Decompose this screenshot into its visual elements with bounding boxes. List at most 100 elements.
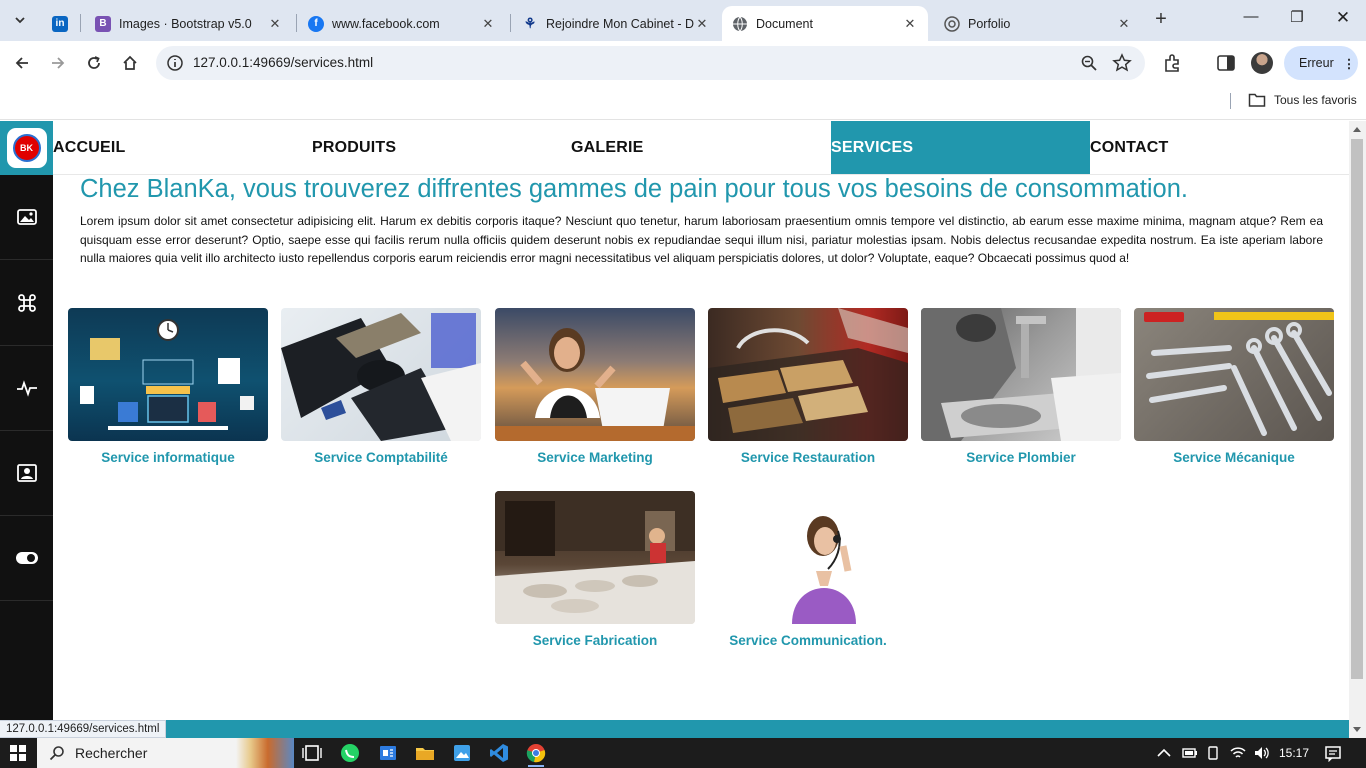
chevron-up-icon[interactable] xyxy=(1156,746,1172,760)
extensions-icon[interactable] xyxy=(1162,52,1184,74)
tab-bootstrap[interactable]: B Images · Bootstrap v5.0 ✕ xyxy=(85,6,293,41)
close-window-button[interactable]: ✕ xyxy=(1320,8,1366,32)
news-app-icon[interactable] xyxy=(377,742,399,764)
tab-title: www.facebook.com xyxy=(332,16,440,31)
picture-icon xyxy=(16,209,37,225)
wifi-icon[interactable] xyxy=(1229,745,1247,761)
service-title[interactable]: Service Fabrication xyxy=(495,633,695,648)
site-info-icon[interactable] xyxy=(166,54,184,72)
minimize-button[interactable]: — xyxy=(1228,8,1274,32)
service-title[interactable]: Service informatique xyxy=(68,450,268,465)
sidebar-item-contact[interactable] xyxy=(0,431,53,516)
close-icon[interactable]: ✕ xyxy=(267,16,283,32)
nav-accueil[interactable]: ACCUEIL xyxy=(53,121,312,174)
globe-icon xyxy=(732,16,748,32)
service-card[interactable]: Service informatique xyxy=(68,308,268,465)
service-card[interactable]: Service Plombier xyxy=(921,308,1121,465)
sidebar-item-command[interactable] xyxy=(0,261,53,346)
nav-galerie[interactable]: GALERIE xyxy=(571,121,830,174)
close-icon[interactable]: ✕ xyxy=(902,16,918,32)
facebook-icon: f xyxy=(308,15,324,32)
forward-button[interactable] xyxy=(44,49,72,77)
close-icon[interactable]: ✕ xyxy=(694,16,710,32)
bootstrap-icon: B xyxy=(95,15,111,32)
activity-icon xyxy=(16,380,37,397)
search-placeholder: Rechercher xyxy=(75,745,148,761)
profile-error-button[interactable]: Erreur ⋮ xyxy=(1284,46,1358,80)
service-card[interactable]: Service Fabrication xyxy=(495,491,695,648)
bookmarks-bar: Tous les favoris xyxy=(0,85,1366,120)
task-view-icon[interactable] xyxy=(301,742,323,764)
sidebar-item-toggle[interactable] xyxy=(0,516,53,601)
portfolio-icon xyxy=(944,15,960,32)
address-bar[interactable]: 127.0.0.1:49669/services.html xyxy=(156,46,1145,80)
back-button[interactable] xyxy=(8,49,36,77)
close-icon[interactable]: ✕ xyxy=(1116,16,1132,32)
scroll-up-arrow-icon[interactable] xyxy=(1353,127,1361,132)
file-explorer-icon[interactable] xyxy=(414,742,436,764)
wrenches-tools-photo xyxy=(1134,308,1334,441)
sidebar-item-activity[interactable] xyxy=(0,346,53,431)
reload-button[interactable] xyxy=(80,49,108,77)
active-app-indicator xyxy=(528,765,544,767)
tab-linkedin[interactable]: in xyxy=(42,6,78,41)
page-scrollbar[interactable] xyxy=(1349,121,1366,738)
service-title[interactable]: Service Marketing xyxy=(495,450,695,465)
contact-card-icon xyxy=(16,464,37,482)
all-bookmarks-label: Tous les favoris xyxy=(1274,93,1357,107)
taskbar-search[interactable]: Rechercher xyxy=(37,738,294,768)
tab-cabinet[interactable]: ⚘ Rejoindre Mon Cabinet - D ✕ xyxy=(512,6,720,41)
calculator-keyboard-photo xyxy=(281,308,481,441)
home-icon xyxy=(123,55,137,70)
url-text[interactable]: 127.0.0.1:49669/services.html xyxy=(193,55,373,70)
taskbar-clock[interactable]: 15:17 xyxy=(1279,746,1309,760)
service-title[interactable]: Service Plombier xyxy=(921,450,1121,465)
service-card[interactable]: Service Restauration xyxy=(708,308,908,465)
close-icon[interactable]: ✕ xyxy=(480,16,496,32)
service-title[interactable]: Service Mécanique xyxy=(1134,450,1334,465)
sidebar: BK xyxy=(0,121,53,738)
vscode-icon[interactable] xyxy=(488,742,510,764)
service-card[interactable]: Service Marketing xyxy=(495,308,695,465)
status-bar-url: 127.0.0.1:49669/services.html xyxy=(0,720,167,738)
scroll-down-arrow-icon[interactable] xyxy=(1353,727,1361,732)
home-button[interactable] xyxy=(116,49,144,77)
side-panel-icon[interactable] xyxy=(1215,52,1237,74)
chrome-icon[interactable] xyxy=(525,742,547,764)
nav-produits[interactable]: PRODUITS xyxy=(312,121,571,174)
service-card[interactable]: Service Mécanique xyxy=(1134,308,1334,465)
service-card[interactable]: Service Communication. xyxy=(708,491,908,648)
service-title[interactable]: Service Communication. xyxy=(708,633,908,648)
new-tab-button[interactable]: + xyxy=(1150,9,1172,31)
search-highlight-image xyxy=(236,738,294,768)
bookmark-star-icon[interactable] xyxy=(1112,53,1132,73)
it-development-illustration xyxy=(68,308,268,441)
zoom-icon[interactable] xyxy=(1080,54,1098,72)
scroll-thumb[interactable] xyxy=(1351,139,1363,679)
tab-search-icon[interactable] xyxy=(6,6,34,34)
photos-app-icon[interactable] xyxy=(451,742,473,764)
intro-paragraph: Lorem ipsum dolor sit amet consectetur a… xyxy=(80,214,1323,266)
service-title[interactable]: Service Restauration xyxy=(708,450,908,465)
sidebar-item-gallery[interactable] xyxy=(0,175,53,260)
nav-contact[interactable]: CONTACT xyxy=(1090,121,1349,174)
restore-button[interactable]: ❐ xyxy=(1274,8,1320,32)
all-bookmarks-button[interactable]: Tous les favoris xyxy=(1248,92,1357,108)
service-title[interactable]: Service Comptabilité xyxy=(281,450,481,465)
device-icon[interactable] xyxy=(1205,745,1221,761)
windows-taskbar: Rechercher 15:17 xyxy=(0,738,1366,768)
site-logo[interactable]: BK xyxy=(0,121,53,175)
battery-icon[interactable] xyxy=(1180,745,1198,761)
volume-icon[interactable] xyxy=(1253,745,1271,761)
tab-document[interactable]: Document ✕ xyxy=(722,6,928,41)
tab-portfolio[interactable]: Porfolio ✕ xyxy=(934,6,1142,41)
tab-facebook[interactable]: f www.facebook.com ✕ xyxy=(298,6,506,41)
service-card[interactable]: Service Comptabilité xyxy=(281,308,481,465)
windows-start-icon[interactable] xyxy=(10,745,26,761)
profile-avatar[interactable] xyxy=(1251,52,1273,74)
notification-icon[interactable] xyxy=(1324,744,1342,762)
reload-icon xyxy=(88,56,100,69)
profile-error-label: Erreur xyxy=(1299,56,1334,70)
whatsapp-icon[interactable] xyxy=(339,742,361,764)
nav-services[interactable]: SERVICES xyxy=(831,121,1090,174)
